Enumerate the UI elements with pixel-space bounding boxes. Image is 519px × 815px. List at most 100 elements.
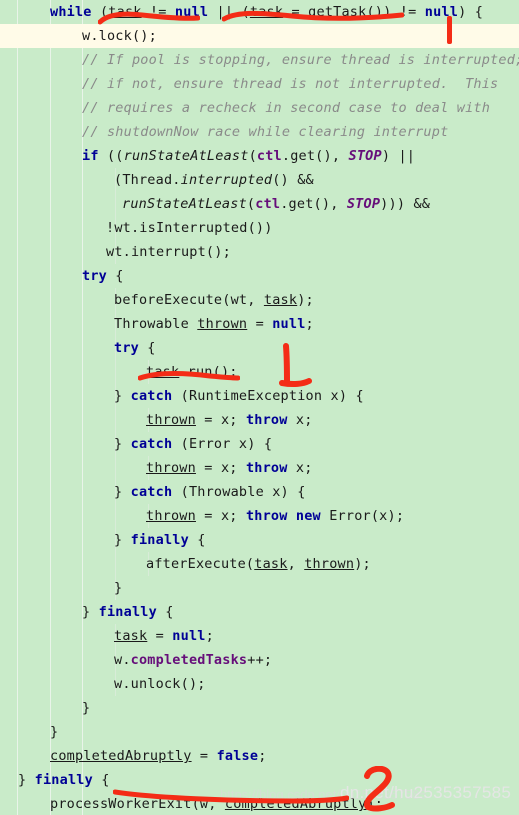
code-line[interactable]: // requires a recheck in second case to …: [0, 96, 519, 120]
code-line-text: } finally {: [0, 532, 206, 548]
code-line-text: afterExecute(task, thrown);: [0, 556, 371, 572]
code-token: }: [114, 484, 131, 500]
code-token: try: [82, 268, 107, 284]
code-token: beforeExecute(wt,: [114, 292, 264, 308]
code-line[interactable]: }: [0, 720, 519, 744]
code-line[interactable]: !wt.isInterrupted()): [0, 216, 519, 240]
code-line[interactable]: } finally {: [0, 528, 519, 552]
code-token: catch: [130, 388, 173, 404]
code-line[interactable]: completedAbruptly = false;: [0, 744, 519, 768]
annotation-digit-two: [364, 766, 395, 812]
code-line[interactable]: task.run();: [0, 360, 519, 384]
code-token: x;: [287, 460, 313, 476]
code-line[interactable]: try {: [0, 336, 519, 360]
code-token: thrown: [304, 556, 355, 572]
code-line-text: // requires a recheck in second case to …: [0, 100, 490, 116]
annotation-underline-task-gettask: [222, 10, 404, 22]
code-line-text: try {: [0, 340, 156, 356]
code-token: (: [248, 148, 257, 164]
code-token: // if not, ensure thread is not interrup…: [82, 76, 499, 92]
code-token: }: [114, 436, 131, 452]
code-line-text: if ((runStateAtLeast(ctl.get(), STOP) ||: [0, 148, 415, 164]
code-line[interactable]: w.unlock();: [0, 672, 519, 696]
code-line-text: } finally {: [0, 772, 110, 788]
code-line[interactable]: } catch (Error x) {: [0, 432, 519, 456]
code-line[interactable]: afterExecute(task, thrown);: [0, 552, 519, 576]
code-token: Throwable: [114, 316, 198, 332]
code-token: throw new: [245, 508, 321, 524]
code-line-text: // if not, ensure thread is not interrup…: [0, 76, 498, 92]
code-token: ctl: [255, 196, 281, 212]
code-line[interactable]: w.lock();: [0, 24, 519, 48]
code-token: thrown: [146, 412, 196, 428]
code-line-text: } finally {: [0, 604, 174, 620]
code-token: }: [82, 700, 91, 716]
code-token: STOP: [348, 148, 382, 164]
code-line[interactable]: }: [0, 696, 519, 720]
code-token: (Throwable x) {: [172, 484, 306, 500]
code-line[interactable]: } catch (Throwable x) {: [0, 480, 519, 504]
code-token: runStateAtLeast: [122, 196, 247, 212]
code-line[interactable]: Throwable thrown = null;: [0, 312, 519, 336]
code-line-text: }: [0, 580, 122, 596]
code-token: w.unlock();: [114, 676, 206, 692]
code-token: STOP: [346, 196, 381, 212]
code-token: ,: [287, 556, 305, 572]
code-token: =: [191, 748, 217, 764]
code-token: {: [156, 604, 174, 620]
code-line[interactable]: wt.interrupt();: [0, 240, 519, 264]
code-token: (RuntimeException x) {: [172, 388, 364, 404]
code-token: {: [138, 340, 156, 356]
code-line-text: w.lock();: [0, 28, 157, 44]
code-token: false: [216, 748, 259, 764]
code-line-text: task = null;: [0, 628, 214, 644]
code-line[interactable]: if ((runStateAtLeast(ctl.get(), STOP) ||: [0, 144, 519, 168]
code-line[interactable]: } finally {: [0, 600, 519, 624]
code-token: try: [114, 340, 139, 356]
code-line[interactable]: task = null;: [0, 624, 519, 648]
code-token: (Error x) {: [172, 436, 273, 452]
code-token: =: [147, 628, 173, 644]
code-line[interactable]: thrown = x; throw x;: [0, 456, 519, 480]
code-line[interactable]: }: [0, 576, 519, 600]
code-line-text: // shutdownNow race while clearing inter…: [0, 124, 448, 140]
code-token: }: [50, 724, 59, 740]
code-token: throw: [245, 460, 288, 476]
code-token: ;: [305, 316, 314, 332]
code-token: ((: [98, 148, 124, 164]
code-line-text: Throwable thrown = null;: [0, 316, 314, 332]
code-token: finally: [34, 772, 93, 788]
code-token: // requires a recheck in second case to …: [82, 100, 491, 116]
code-line[interactable]: // shutdownNow race while clearing inter…: [0, 120, 519, 144]
code-line-text: try {: [0, 268, 124, 284]
code-line[interactable]: thrown = x; throw x;: [0, 408, 519, 432]
code-token: thrown: [197, 316, 248, 332]
code-line[interactable]: beforeExecute(wt, task);: [0, 288, 519, 312]
annotation-underline-task-run: [138, 371, 240, 381]
code-line-text: } catch (Error x) {: [0, 436, 272, 452]
code-token: }: [114, 532, 131, 548]
code-line-text: !wt.isInterrupted()): [0, 220, 273, 236]
code-token: }: [114, 388, 131, 404]
code-block[interactable]: while (task != null || (task = getTask()…: [0, 0, 519, 815]
code-line[interactable]: thrown = x; throw new Error(x);: [0, 504, 519, 528]
code-line[interactable]: (Thread.interrupted() &&: [0, 168, 519, 192]
code-token: .get(),: [280, 196, 347, 212]
code-token: x;: [287, 412, 313, 428]
code-line[interactable]: } catch (RuntimeException x) {: [0, 384, 519, 408]
code-token: ++;: [247, 652, 273, 668]
code-token: w.: [114, 652, 131, 668]
code-line[interactable]: // if not, ensure thread is not interrup…: [0, 72, 519, 96]
code-line-text: // If pool is stopping, ensure thread is…: [0, 52, 519, 68]
code-token: task: [263, 292, 298, 308]
code-line[interactable]: w.completedTasks++;: [0, 648, 519, 672]
code-line[interactable]: try {: [0, 264, 519, 288]
code-token: // If pool is stopping, ensure thread is…: [82, 52, 519, 68]
code-token: !wt.isInterrupted()): [106, 220, 273, 236]
code-line[interactable]: runStateAtLeast(ctl.get(), STOP))) &&: [0, 192, 519, 216]
code-token: );: [354, 556, 371, 572]
code-line[interactable]: // If pool is stopping, ensure thread is…: [0, 48, 519, 72]
code-token: completedTasks: [130, 652, 248, 668]
code-token: thrown: [146, 508, 196, 524]
code-token: }: [82, 604, 99, 620]
